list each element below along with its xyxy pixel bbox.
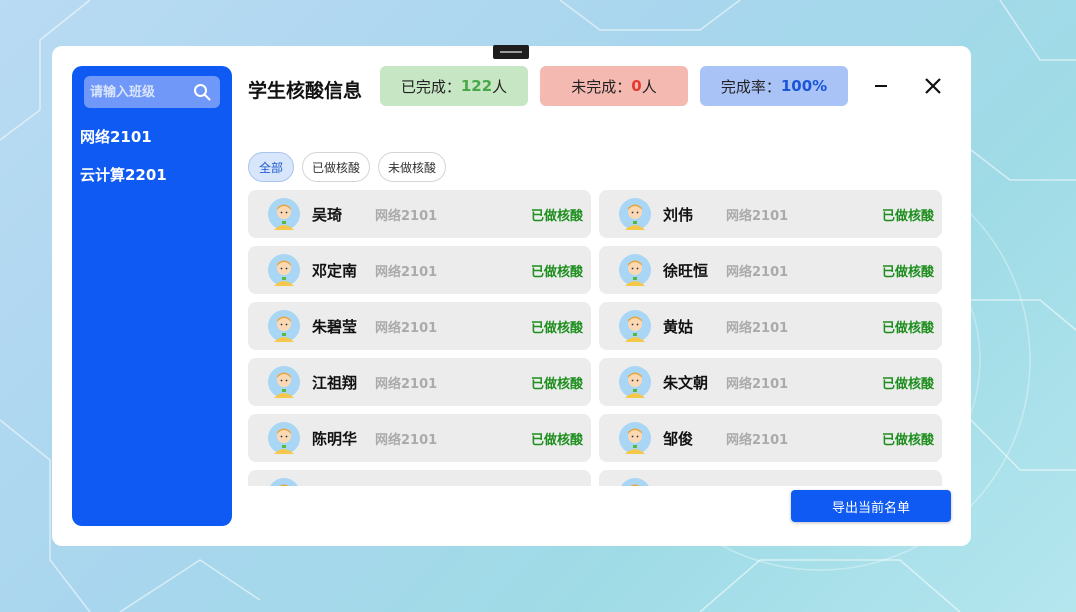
- status-badge: 已做核酸: [530, 377, 583, 392]
- student-class: 网络2101: [726, 209, 789, 224]
- status-badge: 已做核酸: [881, 209, 934, 224]
- sidebar: 网络2101 云计算2201: [72, 66, 232, 526]
- student-card[interactable]: 刘伟 网络2101 已做核酸: [599, 190, 942, 238]
- student-class: 网络2101: [726, 321, 789, 336]
- student-name: 邓定南: [312, 262, 358, 280]
- student-class: 网络2101: [375, 433, 438, 448]
- uncompleted-stat: 未完成： 0 人: [540, 66, 688, 106]
- student-class: 网络2101: [375, 321, 438, 336]
- student-card[interactable]: 陈明华 网络2101 已做核酸: [248, 414, 591, 462]
- completion-rate-value: 100%: [780, 77, 828, 95]
- student-card[interactable]: 江祖翔 网络2101 已做核酸: [248, 358, 591, 406]
- student-avatar-icon: [268, 198, 300, 230]
- student-name: 吴琦: [312, 206, 343, 224]
- student-avatar-icon: [619, 254, 651, 286]
- close-button[interactable]: [921, 74, 945, 98]
- student-name: 刘伟: [663, 206, 694, 224]
- sidebar-item-class[interactable]: 网络2101: [80, 126, 152, 147]
- status-badge: 已做核酸: [881, 433, 934, 448]
- student-name: 黄姑: [663, 318, 694, 336]
- student-card[interactable]: 邓定南 网络2101 已做核酸: [248, 246, 591, 294]
- student-name: 邹俊: [663, 430, 694, 448]
- sidebar-item-class[interactable]: 云计算2201: [80, 164, 167, 185]
- student-avatar-icon: [270, 478, 298, 486]
- student-card[interactable]: 朱文朝 网络2101 已做核酸: [599, 358, 942, 406]
- status-badge: 已做核酸: [881, 377, 934, 392]
- student-avatar-icon: [619, 310, 651, 342]
- student-class: 网络2101: [726, 265, 789, 280]
- main-panel: 学生核酸信息 已完成： 122 人 未完成： 0 人 完成率： 100% 全部: [248, 66, 951, 526]
- student-avatar-icon: [621, 478, 649, 486]
- student-name: 陈明华: [312, 430, 358, 448]
- completed-label: 已完成：: [400, 77, 461, 96]
- page-title: 学生核酸信息: [248, 80, 363, 102]
- uncompleted-label: 未完成：: [571, 77, 632, 96]
- status-badge: 已做核酸: [530, 433, 583, 448]
- student-avatar-icon: [619, 422, 651, 454]
- uncompleted-unit: 人: [641, 77, 657, 96]
- student-card[interactable]: 黄姑 网络2101 已做核酸: [599, 302, 942, 350]
- student-list[interactable]: 吴琦 网络2101 已做核酸 刘伟 网络2101 已做核酸 邓定南 网络2101…: [248, 190, 948, 486]
- student-avatar-icon: [619, 198, 651, 230]
- student-avatar-icon: [619, 366, 651, 398]
- student-card[interactable]: 吴琦 网络2101 已做核酸: [248, 190, 591, 238]
- status-badge: 已做核酸: [881, 265, 934, 280]
- completion-rate-label: 完成率：: [720, 77, 781, 96]
- export-list-button[interactable]: 导出当前名单: [791, 490, 951, 522]
- student-class: 网络2101: [726, 377, 789, 392]
- minimize-icon: [875, 85, 887, 87]
- student-avatar-icon: [268, 422, 300, 454]
- student-card[interactable]: 徐旺恒 网络2101 已做核酸: [599, 246, 942, 294]
- drag-handle[interactable]: [493, 45, 529, 59]
- student-class: 网络2101: [726, 433, 789, 448]
- student-name: 江祖翔: [312, 374, 358, 392]
- filter-undone-button[interactable]: 未做核酸: [378, 152, 446, 182]
- minimize-button[interactable]: [869, 74, 893, 98]
- app-window: 网络2101 云计算2201 学生核酸信息 已完成： 122 人 未完成： 0 …: [52, 46, 971, 546]
- status-badge: 已做核酸: [530, 321, 583, 336]
- search-input[interactable]: [90, 81, 186, 103]
- student-avatar-icon: [268, 366, 300, 398]
- student-class: 网络2101: [375, 209, 438, 224]
- filter-done-button[interactable]: 已做核酸: [302, 152, 370, 182]
- status-badge: 已做核酸: [530, 265, 583, 280]
- search-icon[interactable]: [193, 83, 211, 101]
- student-name: 朱文朝: [663, 374, 709, 392]
- search-box: [84, 76, 220, 108]
- student-class: 网络2101: [375, 377, 438, 392]
- student-class: 网络2101: [375, 265, 438, 280]
- student-avatar-icon: [268, 310, 300, 342]
- completed-count: 122: [460, 77, 493, 95]
- student-name: 徐旺恒: [663, 262, 709, 280]
- uncompleted-count: 0: [631, 77, 642, 95]
- student-card[interactable]: 邹俊 网络2101 已做核酸: [599, 414, 942, 462]
- completed-stat: 已完成： 122 人: [380, 66, 528, 106]
- student-card[interactable]: [248, 470, 591, 486]
- status-badge: 已做核酸: [530, 209, 583, 224]
- student-card[interactable]: 朱碧莹 网络2101 已做核酸: [248, 302, 591, 350]
- close-icon: [925, 78, 941, 94]
- student-avatar-icon: [268, 254, 300, 286]
- status-badge: 已做核酸: [881, 321, 934, 336]
- filter-all-button[interactable]: 全部: [248, 152, 294, 182]
- student-card[interactable]: [599, 470, 942, 486]
- completion-rate-stat: 完成率： 100%: [700, 66, 848, 106]
- student-name: 朱碧莹: [312, 318, 358, 336]
- completed-unit: 人: [492, 77, 508, 96]
